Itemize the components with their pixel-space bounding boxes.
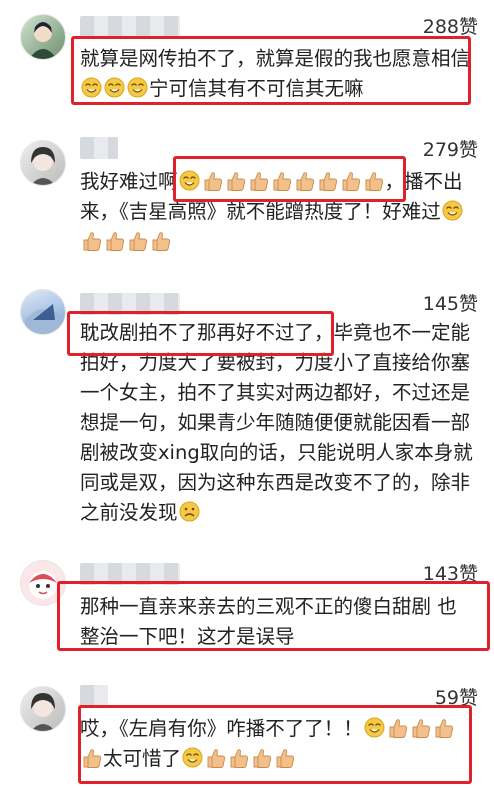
thumbs-up-icon	[294, 170, 315, 192]
thumbs-up-icon	[104, 230, 125, 252]
comment-text-segment: 耽改剧拍不了那再好不过了，毕竟也不一定能拍好，力度大了要被封，力度小了直接给你塞…	[80, 321, 473, 524]
thumbs-up-icon	[271, 170, 292, 192]
comment-text-segment: 我好难过啊	[80, 170, 178, 193]
smile-emoji-icon	[104, 77, 125, 98]
avatar[interactable]	[20, 140, 66, 186]
thumbs-up-icon	[363, 170, 384, 192]
comment-text-segment: 就算是网传拍不了，就算是假的我也愿意相信	[80, 47, 471, 70]
comment-text: 那种一直亲来亲去的三观不正的傻白甜剧 也整治一下吧！这才是误导	[80, 592, 476, 652]
smile-emoji-icon	[127, 77, 148, 98]
like-count[interactable]: 279赞	[423, 135, 478, 162]
thumbs-up-icon	[317, 170, 338, 192]
comment-text-segment: 太可惜了	[103, 747, 182, 770]
thumbs-up-icon	[274, 747, 295, 769]
thumbs-up-icon	[81, 747, 102, 769]
comment-text: 哎，《左肩有你》咋播不了了！！ 太可惜了	[80, 714, 476, 774]
username-blurred[interactable]	[80, 137, 118, 159]
like-count[interactable]: 288赞	[423, 12, 478, 39]
smile-emoji-icon	[442, 200, 463, 221]
username-blurred[interactable]	[80, 685, 108, 707]
smile-emoji-icon	[182, 747, 203, 768]
thumbs-up-icon	[202, 170, 223, 192]
awkward-emoji-icon	[179, 501, 200, 522]
smile-emoji-icon	[81, 77, 102, 98]
thumbs-up-icon	[387, 717, 408, 739]
smile-emoji-icon	[364, 717, 385, 738]
thumbs-up-icon	[410, 717, 431, 739]
like-count[interactable]: 145赞	[423, 289, 478, 316]
avatar[interactable]	[20, 560, 66, 606]
thumbs-up-icon	[205, 747, 226, 769]
thumbs-up-icon	[81, 230, 102, 252]
comment-text-segment: 那种一直亲来亲去的三观不正的傻白甜剧 也整治一下吧！这才是误导	[80, 595, 457, 648]
comment-text: 耽改剧拍不了那再好不过了，毕竟也不一定能拍好，力度大了要被封，力度小了直接给你塞…	[80, 318, 476, 528]
thumbs-up-icon	[340, 170, 361, 192]
thumbs-up-icon	[433, 717, 454, 739]
comment-text: 我好难过啊 ，播不出来，《吉星高照》就不能蹭热度了！好难过	[80, 167, 476, 257]
thumbs-up-icon	[225, 170, 246, 192]
comment-item: 288赞 就算是网传拍不了，就算是假的我也愿意相信宁可信其有不可信其无嘛	[0, 0, 494, 115]
comment-text-segment: 宁可信其有不可信其无嘛	[149, 77, 364, 100]
like-count[interactable]: 59赞	[435, 683, 478, 710]
smile-emoji-icon	[179, 170, 200, 191]
thumbs-up-icon	[150, 230, 171, 252]
thumbs-up-icon	[228, 747, 249, 769]
comment-text-segment: 哎，《左肩有你》咋播不了了！！	[80, 717, 363, 740]
thumbs-up-icon	[248, 170, 269, 192]
username-blurred[interactable]	[80, 16, 180, 38]
avatar[interactable]	[20, 289, 66, 335]
avatar[interactable]	[20, 686, 66, 732]
avatar[interactable]	[20, 14, 66, 60]
comment-text: 就算是网传拍不了，就算是假的我也愿意相信宁可信其有不可信其无嘛	[80, 44, 476, 104]
like-count[interactable]: 143赞	[423, 559, 478, 586]
thumbs-up-icon	[127, 230, 148, 252]
thumbs-up-icon	[251, 747, 272, 769]
username-blurred[interactable]	[80, 563, 180, 585]
username-blurred[interactable]	[80, 293, 180, 315]
